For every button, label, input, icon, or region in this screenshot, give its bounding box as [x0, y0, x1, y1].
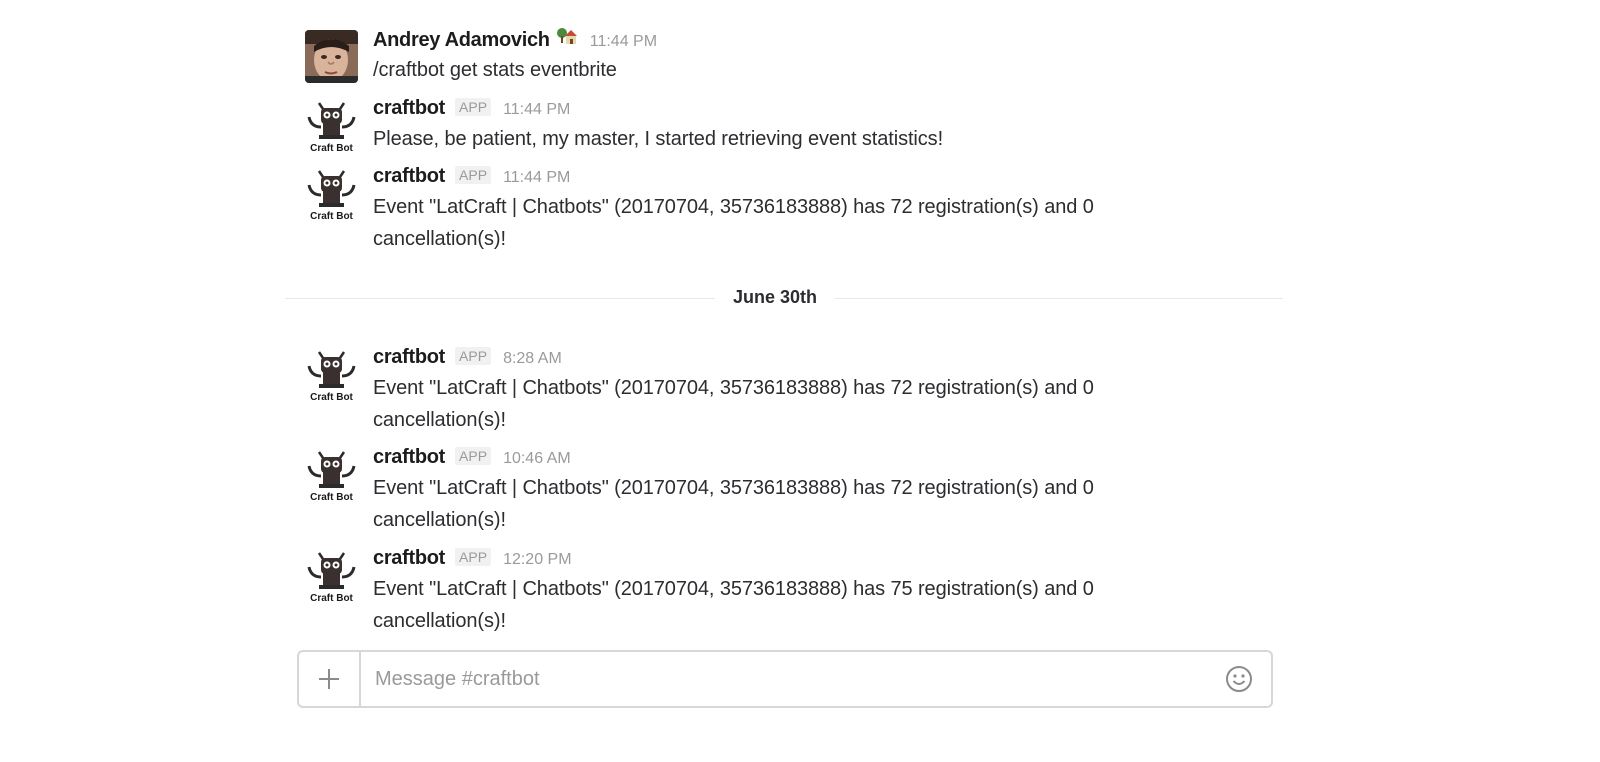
message-content: craftbot APP 11:44 PM Event "LatCraft | …: [373, 165, 1253, 255]
message-header: Andrey Adamovich 11:44 PM: [373, 28, 1253, 54]
bot-avatar[interactable]: Craft Bot: [305, 167, 358, 220]
robot-icon: Craft Bot: [307, 170, 356, 220]
sender-name[interactable]: craftbot: [373, 346, 445, 369]
svg-text:Craft Bot: Craft Bot: [310, 211, 353, 220]
robot-icon: Craft Bot: [307, 351, 356, 401]
message-header: craftbot APP 10:46 AM: [373, 446, 1253, 472]
message-header: craftbot APP 11:44 PM: [373, 97, 1253, 123]
message-content: craftbot APP 8:28 AM Event "LatCraft | C…: [373, 346, 1253, 436]
message-header: craftbot APP 11:44 PM: [373, 165, 1253, 191]
svg-text:Craft Bot: Craft Bot: [310, 143, 353, 152]
message-text: /craftbot get stats eventbrite: [373, 59, 617, 81]
plus-icon: [319, 669, 339, 689]
message-text: Event "LatCraft | Chatbots" (20170704, 3…: [373, 477, 1094, 531]
app-badge: APP: [455, 98, 492, 116]
bot-avatar[interactable]: Craft Bot: [305, 99, 358, 152]
message-timestamp[interactable]: 11:44 PM: [503, 169, 570, 187]
message-content: craftbot APP 11:44 PM Please, be patient…: [373, 97, 1253, 155]
app-badge: APP: [455, 347, 492, 365]
bot-avatar[interactable]: Craft Bot: [305, 549, 358, 602]
sender-name[interactable]: craftbot: [373, 446, 445, 469]
message-timestamp[interactable]: 10:46 AM: [503, 450, 571, 468]
message-timestamp[interactable]: 11:44 PM: [590, 33, 657, 51]
sender-name[interactable]: craftbot: [373, 547, 445, 570]
date-divider-label[interactable]: June 30th: [715, 284, 835, 310]
message-header: craftbot APP 12:20 PM: [373, 547, 1253, 573]
svg-text:Craft Bot: Craft Bot: [310, 492, 353, 501]
message-item: Craft Bot craftbot APP 11:44 PM Event "L…: [305, 165, 1265, 257]
app-badge: APP: [455, 548, 492, 566]
house-with-garden-icon: [556, 27, 578, 50]
bot-avatar[interactable]: Craft Bot: [305, 348, 358, 401]
message-timestamp[interactable]: 8:28 AM: [503, 350, 562, 368]
message-input[interactable]: [375, 664, 1205, 694]
sender-name[interactable]: Andrey Adamovich: [373, 29, 550, 52]
message-content: craftbot APP 12:20 PM Event "LatCraft | …: [373, 547, 1253, 637]
message-text: Please, be patient, my master, I started…: [373, 128, 944, 150]
smiley-icon: [1226, 666, 1252, 692]
app-badge: APP: [455, 447, 492, 465]
message-item: Craft Bot craftbot APP 10:46 AM Event "L…: [305, 446, 1265, 538]
message-text: Event "LatCraft | Chatbots" (20170704, 3…: [373, 578, 1094, 632]
bot-avatar[interactable]: Craft Bot: [305, 448, 358, 501]
app-badge: APP: [455, 166, 492, 184]
message-content: Andrey Adamovich 11:44 PM /craftbot get …: [373, 28, 1253, 86]
message-text: Event "LatCraft | Chatbots" (20170704, 3…: [373, 196, 1094, 250]
message-timestamp[interactable]: 12:20 PM: [503, 551, 571, 569]
robot-icon: Craft Bot: [307, 102, 356, 152]
message-item: Craft Bot craftbot APP 8:28 AM Event "La…: [305, 346, 1265, 438]
message-text: Event "LatCraft | Chatbots" (20170704, 3…: [373, 377, 1094, 431]
svg-text:Craft Bot: Craft Bot: [310, 392, 353, 401]
message-item: Craft Bot craftbot APP 11:44 PM Please, …: [305, 97, 1265, 157]
robot-icon: Craft Bot: [307, 451, 356, 501]
message-content: craftbot APP 10:46 AM Event "LatCraft | …: [373, 446, 1253, 536]
message-item: Craft Bot craftbot APP 12:20 PM Event "L…: [305, 547, 1265, 639]
message-header: craftbot APP 8:28 AM: [373, 346, 1253, 372]
message-item: Andrey Adamovich 11:44 PM /craftbot get …: [305, 28, 1265, 88]
message-timestamp[interactable]: 11:44 PM: [503, 101, 570, 119]
robot-icon: Craft Bot: [307, 552, 356, 602]
message-composer: [297, 650, 1273, 708]
add-attachment-button[interactable]: [299, 652, 361, 706]
svg-text:Craft Bot: Craft Bot: [310, 593, 353, 602]
user-avatar[interactable]: [305, 30, 358, 83]
sender-name[interactable]: craftbot: [373, 97, 445, 120]
emoji-button[interactable]: [1225, 665, 1253, 693]
sender-name[interactable]: craftbot: [373, 165, 445, 188]
